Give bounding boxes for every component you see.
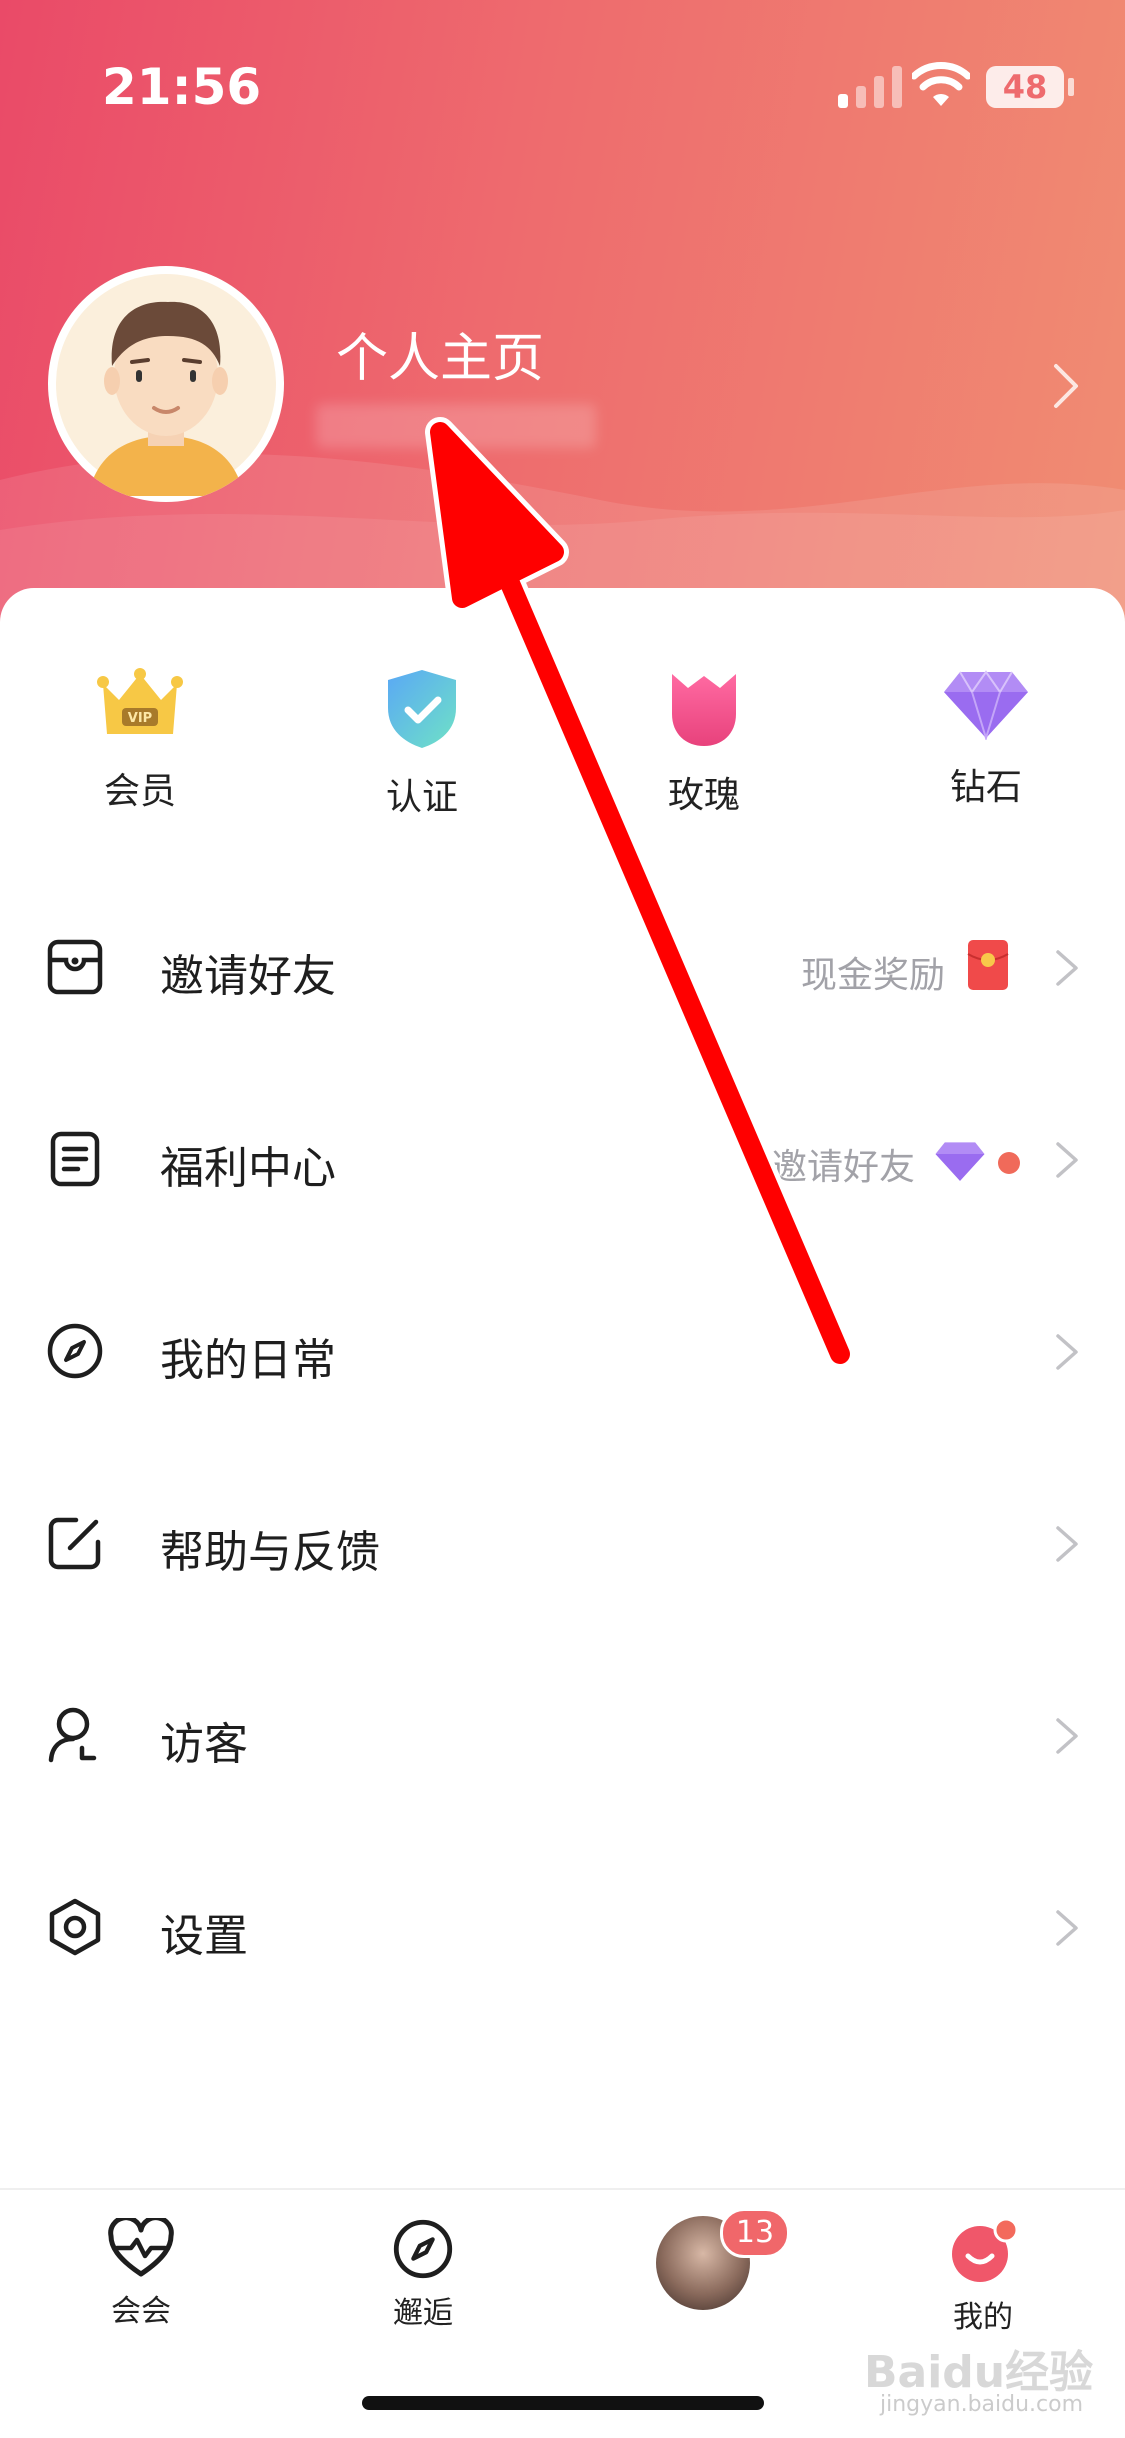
chevron-right-icon xyxy=(1056,1910,1078,1946)
profile-subtitle-blurred xyxy=(316,404,596,448)
heart-pulse-icon xyxy=(108,2215,174,2277)
chevron-right-icon xyxy=(1056,1334,1078,1370)
menu-item-visitors[interactable]: 访客 xyxy=(0,1638,1125,1830)
menu-extra-text: 现金奖励 xyxy=(800,955,945,996)
avatar-illustration xyxy=(56,274,276,496)
compass-icon xyxy=(393,2219,453,2279)
menu-label: 访客 xyxy=(160,1719,248,1770)
menu-label: 帮助与反馈 xyxy=(160,1527,380,1578)
unread-badge: 13 xyxy=(720,2208,790,2258)
smile-icon xyxy=(952,2217,1019,2282)
settings-icon xyxy=(49,1898,101,1956)
menu-label: 邀请好友 xyxy=(160,951,336,1002)
diamond-icon xyxy=(944,670,1028,740)
menu-extra-text: 邀请好友 xyxy=(770,1147,915,1188)
quick-action-vip[interactable]: VIP 会员 xyxy=(30,668,250,814)
edit-icon xyxy=(48,1517,101,1570)
chevron-right-icon xyxy=(1056,1142,1078,1178)
home-indicator xyxy=(362,2396,764,2410)
profile-title[interactable]: 个人主页 xyxy=(336,316,544,391)
quick-action-rose[interactable]: 玫瑰 xyxy=(594,668,814,818)
menu-label: 福利中心 xyxy=(160,1143,336,1194)
tab-label: 我的 xyxy=(953,2300,1013,2335)
chevron-right-icon xyxy=(1056,1718,1078,1754)
chevron-right-icon[interactable] xyxy=(1052,362,1080,410)
vip-crown-icon: VIP xyxy=(97,668,183,734)
tab-label: 会会 xyxy=(111,2294,171,2329)
signal-icon xyxy=(838,66,902,108)
chevron-right-icon xyxy=(1056,1526,1078,1562)
document-icon xyxy=(50,1131,100,1187)
chevron-right-icon xyxy=(1056,950,1078,986)
tab-label: 邂逅 xyxy=(393,2296,453,2331)
menu-label: 设置 xyxy=(160,1911,248,1962)
quick-action-label: 玫瑰 xyxy=(667,775,740,816)
tab-huihui[interactable]: 会会 xyxy=(56,2215,226,2330)
menu-item-daily[interactable]: 我的日常 xyxy=(0,1254,1125,1446)
visitor-icon xyxy=(48,1707,97,1763)
diamond-icon xyxy=(935,1142,985,1181)
red-envelope-icon xyxy=(967,940,1009,990)
wifi-icon xyxy=(912,62,970,106)
menu-item-feedback[interactable]: 帮助与反馈 xyxy=(0,1446,1125,1638)
menu-label: 我的日常 xyxy=(160,1335,336,1386)
compass-icon xyxy=(47,1323,103,1379)
battery-cap xyxy=(1068,78,1074,96)
wallet-icon xyxy=(47,939,103,995)
tab-mine[interactable]: 我的 xyxy=(898,2217,1068,2336)
menu-item-invite[interactable]: 邀请好友 现金奖励 xyxy=(0,870,1125,1062)
avatar[interactable] xyxy=(48,266,284,502)
quick-action-label: 钻石 xyxy=(949,767,1022,808)
tab-encounter[interactable]: 邂逅 xyxy=(338,2218,508,2332)
menu-item-welfare[interactable]: 福利中心 邀请好友 xyxy=(0,1062,1125,1254)
notification-dot xyxy=(998,1152,1020,1174)
watermark-url: jingyan.baidu.com xyxy=(880,2392,1084,2417)
battery-indicator: 48 xyxy=(986,66,1064,108)
quick-action-diamond[interactable]: 钻石 xyxy=(876,668,1096,810)
quick-action-label: 认证 xyxy=(385,777,458,818)
watermark-logo: Baidu经验 xyxy=(864,2347,1094,2398)
quick-action-label: 会员 xyxy=(103,771,176,812)
quick-action-verify[interactable]: 认证 xyxy=(312,668,532,820)
verified-shield-icon xyxy=(388,670,456,748)
rose-icon xyxy=(672,674,736,746)
menu-item-settings[interactable]: 设置 xyxy=(0,1830,1125,2022)
status-time: 21:56 xyxy=(102,58,262,116)
svg-text:VIP: VIP xyxy=(128,711,152,726)
